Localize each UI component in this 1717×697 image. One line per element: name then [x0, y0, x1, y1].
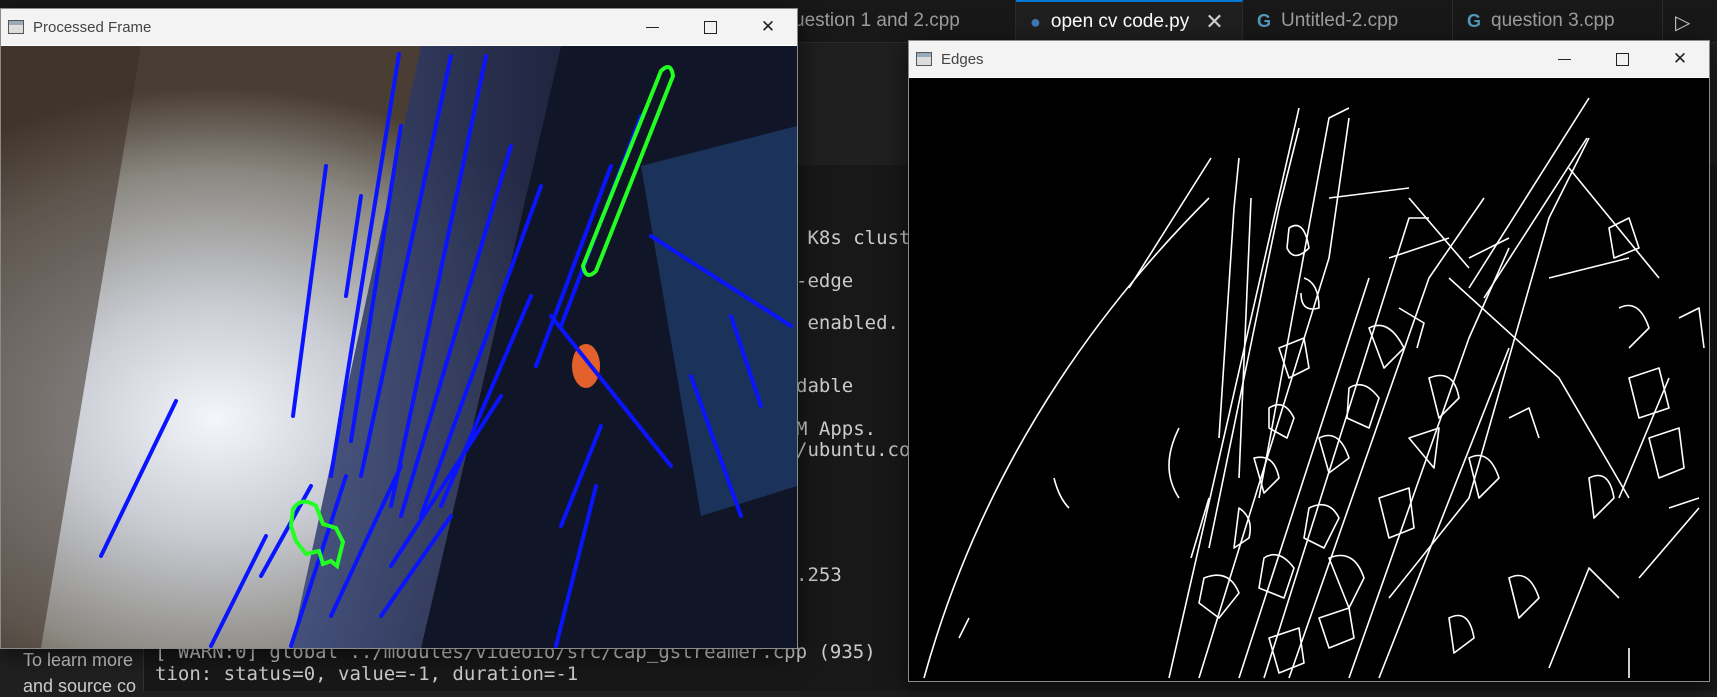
close-icon: ✕ — [760, 17, 776, 36]
terminal-line: .253 — [796, 564, 842, 586]
terminal-line: tion: status=0, value=-1, duration=-1 — [155, 663, 579, 685]
run-play-icon[interactable]: ▷ — [1675, 10, 1690, 35]
tab-label: uestion 1 and 2.cpp — [794, 10, 960, 31]
close-icon: ✕ — [1672, 49, 1688, 68]
maximize-button[interactable] — [1593, 41, 1651, 77]
terminal-line: M Apps. — [796, 418, 877, 440]
cpp-icon: G — [1467, 10, 1482, 31]
app-window-icon — [8, 20, 24, 34]
tab-open-cv-code[interactable]: ● open cv code.py ✕ — [1016, 0, 1243, 42]
maximize-icon — [703, 20, 717, 34]
side-text-line: To learn more — [23, 650, 134, 670]
minimize-icon — [645, 26, 659, 28]
tab-question-1-and-2[interactable]: uestion 1 and 2.cpp — [780, 0, 1016, 42]
python-icon: ● — [1030, 11, 1041, 32]
terminal-line: /ubuntu.co — [796, 439, 911, 461]
processed-frame-image — [1, 46, 797, 648]
tab-label: open cv code.py — [1050, 11, 1190, 32]
tab-label: Untitled-2.cpp — [1281, 10, 1399, 31]
maximize-icon — [1615, 52, 1629, 66]
cpp-icon: G — [1257, 10, 1272, 31]
close-icon[interactable]: ✕ — [1205, 9, 1223, 35]
edges-background — [909, 78, 1709, 681]
minimize-icon — [1557, 58, 1571, 60]
window-title: Processed Frame — [33, 18, 152, 36]
processed-frame-window[interactable]: Processed Frame ✕ — [0, 8, 798, 649]
title-bar[interactable]: Processed Frame ✕ — [1, 9, 797, 45]
maximize-button[interactable] — [681, 9, 739, 45]
terminal-line: dable — [796, 375, 854, 397]
edges-window[interactable]: Edges ✕ — [908, 40, 1710, 682]
side-text-line: and source co — [23, 676, 137, 696]
minimize-button[interactable] — [623, 9, 681, 45]
close-button[interactable]: ✕ — [1651, 41, 1709, 77]
tab-untitled-2[interactable]: G Untitled-2.cpp — [1243, 0, 1453, 42]
tab-label: question 3.cpp — [1491, 10, 1615, 31]
close-button[interactable]: ✕ — [739, 9, 797, 45]
tab-question-3[interactable]: G question 3.cpp — [1453, 0, 1663, 42]
terminal-line: K8s clust — [796, 227, 911, 249]
app-window-icon — [916, 52, 932, 66]
minimize-button[interactable] — [1535, 41, 1593, 77]
window-title: Edges — [941, 50, 984, 68]
edges-image — [909, 78, 1709, 681]
terminal-line: enabled. — [796, 312, 899, 334]
title-bar[interactable]: Edges ✕ — [909, 41, 1709, 77]
terminal-line: -edge — [796, 270, 854, 292]
